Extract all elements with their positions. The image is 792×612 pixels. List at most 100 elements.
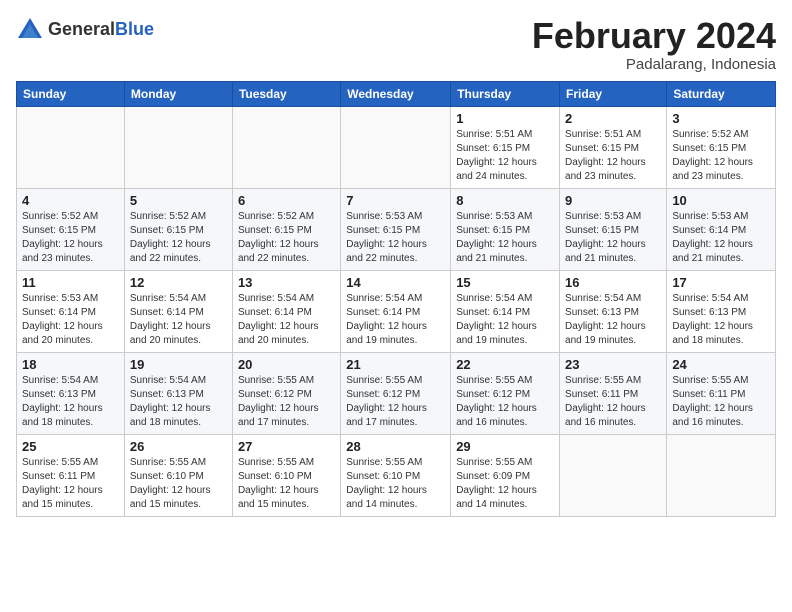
day-info: Sunrise: 5:52 AM Sunset: 6:15 PM Dayligh… [130, 210, 227, 266]
calendar-cell: 3 Sunrise: 5:52 AM Sunset: 6:15 PM Daylig… [667, 106, 776, 188]
day-number: 4 [22, 193, 119, 208]
logo-blue-text: Blue [115, 19, 154, 39]
header-day-tuesday: Tuesday [232, 81, 340, 106]
header-day-thursday: Thursday [451, 81, 560, 106]
day-info: Sunrise: 5:55 AM Sunset: 6:12 PM Dayligh… [456, 374, 554, 430]
location: Padalarang, Indonesia [532, 56, 776, 73]
day-info: Sunrise: 5:54 AM Sunset: 6:13 PM Dayligh… [565, 292, 661, 348]
calendar-cell: 9 Sunrise: 5:53 AM Sunset: 6:15 PM Daylig… [560, 188, 667, 270]
day-number: 8 [456, 193, 554, 208]
day-info: Sunrise: 5:54 AM Sunset: 6:14 PM Dayligh… [238, 292, 335, 348]
day-info: Sunrise: 5:52 AM Sunset: 6:15 PM Dayligh… [672, 128, 770, 184]
logo-general-text: General [48, 19, 115, 39]
day-number: 15 [456, 275, 554, 290]
month-title: February 2024 [532, 16, 776, 56]
calendar-cell: 26 Sunrise: 5:55 AM Sunset: 6:10 PM Dayli… [124, 434, 232, 516]
calendar-cell: 13 Sunrise: 5:54 AM Sunset: 6:14 PM Dayli… [232, 270, 340, 352]
day-number: 11 [22, 275, 119, 290]
day-info: Sunrise: 5:53 AM Sunset: 6:15 PM Dayligh… [346, 210, 445, 266]
day-number: 24 [672, 357, 770, 372]
logo: GeneralBlue [16, 16, 154, 44]
header-day-sunday: Sunday [17, 81, 125, 106]
calendar-cell: 28 Sunrise: 5:55 AM Sunset: 6:10 PM Dayli… [341, 434, 451, 516]
header-day-monday: Monday [124, 81, 232, 106]
day-info: Sunrise: 5:54 AM Sunset: 6:14 PM Dayligh… [456, 292, 554, 348]
week-row-3: 18 Sunrise: 5:54 AM Sunset: 6:13 PM Dayli… [17, 352, 776, 434]
calendar-body: 1 Sunrise: 5:51 AM Sunset: 6:15 PM Daylig… [17, 106, 776, 516]
day-info: Sunrise: 5:51 AM Sunset: 6:15 PM Dayligh… [456, 128, 554, 184]
day-info: Sunrise: 5:54 AM Sunset: 6:13 PM Dayligh… [22, 374, 119, 430]
week-row-2: 11 Sunrise: 5:53 AM Sunset: 6:14 PM Dayli… [17, 270, 776, 352]
day-number: 16 [565, 275, 661, 290]
day-info: Sunrise: 5:55 AM Sunset: 6:10 PM Dayligh… [130, 456, 227, 512]
day-number: 6 [238, 193, 335, 208]
calendar-cell: 23Sunrise: 5:55 AM Sunset: 6:11 PM Dayli… [560, 352, 667, 434]
day-number: 27 [238, 439, 335, 454]
calendar-cell: 10 Sunrise: 5:53 AM Sunset: 6:14 PM Dayli… [667, 188, 776, 270]
day-number: 10 [672, 193, 770, 208]
calendar-cell: 20 Sunrise: 5:55 AM Sunset: 6:12 PM Dayli… [232, 352, 340, 434]
day-info: Sunrise: 5:55 AM Sunset: 6:10 PM Dayligh… [346, 456, 445, 512]
calendar-cell: 8 Sunrise: 5:53 AM Sunset: 6:15 PM Daylig… [451, 188, 560, 270]
header-day-wednesday: Wednesday [341, 81, 451, 106]
day-number: 13 [238, 275, 335, 290]
day-info: Sunrise: 5:54 AM Sunset: 6:14 PM Dayligh… [130, 292, 227, 348]
day-number: 1 [456, 111, 554, 126]
day-info: Sunrise: 5:55 AM Sunset: 6:12 PM Dayligh… [238, 374, 335, 430]
calendar-cell: 18 Sunrise: 5:54 AM Sunset: 6:13 PM Dayli… [17, 352, 125, 434]
day-number: 17 [672, 275, 770, 290]
header-day-friday: Friday [560, 81, 667, 106]
day-number: 22 [456, 357, 554, 372]
day-info: Sunrise: 5:54 AM Sunset: 6:13 PM Dayligh… [130, 374, 227, 430]
day-number: 28 [346, 439, 445, 454]
day-info: Sunrise: 5:52 AM Sunset: 6:15 PM Dayligh… [22, 210, 119, 266]
day-number: 19 [130, 357, 227, 372]
page-header: GeneralBlue February 2024 Padalarang, In… [16, 16, 776, 73]
day-info: Sunrise: 5:53 AM Sunset: 6:14 PM Dayligh… [672, 210, 770, 266]
calendar-cell: 25 Sunrise: 5:55 AM Sunset: 6:11 PM Dayli… [17, 434, 125, 516]
calendar-cell: 1 Sunrise: 5:51 AM Sunset: 6:15 PM Daylig… [451, 106, 560, 188]
day-number: 18 [22, 357, 119, 372]
day-number: 9 [565, 193, 661, 208]
calendar-cell: 16 Sunrise: 5:54 AM Sunset: 6:13 PM Dayli… [560, 270, 667, 352]
day-number: 12 [130, 275, 227, 290]
calendar-cell: 19 Sunrise: 5:54 AM Sunset: 6:13 PM Dayli… [124, 352, 232, 434]
calendar-cell: 29 Sunrise: 5:55 AM Sunset: 6:09 PM Dayli… [451, 434, 560, 516]
day-info: Sunrise: 5:55 AM Sunset: 6:10 PM Dayligh… [238, 456, 335, 512]
calendar-cell: 4 Sunrise: 5:52 AM Sunset: 6:15 PM Daylig… [17, 188, 125, 270]
calendar-cell: 22 Sunrise: 5:55 AM Sunset: 6:12 PM Dayli… [451, 352, 560, 434]
day-info: Sunrise: 5:53 AM Sunset: 6:15 PM Dayligh… [456, 210, 554, 266]
calendar-cell [667, 434, 776, 516]
week-row-0: 1 Sunrise: 5:51 AM Sunset: 6:15 PM Daylig… [17, 106, 776, 188]
calendar-cell: 15 Sunrise: 5:54 AM Sunset: 6:14 PM Dayli… [451, 270, 560, 352]
day-number: 20 [238, 357, 335, 372]
header-row: SundayMondayTuesdayWednesdayThursdayFrid… [17, 81, 776, 106]
calendar-cell: 24 Sunrise: 5:55 AM Sunset: 6:11 PM Dayli… [667, 352, 776, 434]
title-block: February 2024 Padalarang, Indonesia [532, 16, 776, 73]
day-info: Sunrise: 5:55 AM Sunset: 6:11 PM Dayligh… [565, 374, 661, 430]
day-number: 29 [456, 439, 554, 454]
calendar-cell: 5Sunrise: 5:52 AM Sunset: 6:15 PM Daylig… [124, 188, 232, 270]
calendar-cell: 2Sunrise: 5:51 AM Sunset: 6:15 PM Daylig… [560, 106, 667, 188]
week-row-4: 25 Sunrise: 5:55 AM Sunset: 6:11 PM Dayli… [17, 434, 776, 516]
calendar-cell: 7 Sunrise: 5:53 AM Sunset: 6:15 PM Daylig… [341, 188, 451, 270]
calendar-cell: 27 Sunrise: 5:55 AM Sunset: 6:10 PM Dayli… [232, 434, 340, 516]
day-number: 2 [565, 111, 661, 126]
calendar-cell [124, 106, 232, 188]
calendar-cell: 12 Sunrise: 5:54 AM Sunset: 6:14 PM Dayli… [124, 270, 232, 352]
day-info: Sunrise: 5:55 AM Sunset: 6:09 PM Dayligh… [456, 456, 554, 512]
calendar-cell: 17Sunrise: 5:54 AM Sunset: 6:13 PM Dayli… [667, 270, 776, 352]
day-info: Sunrise: 5:53 AM Sunset: 6:14 PM Dayligh… [22, 292, 119, 348]
calendar-cell [560, 434, 667, 516]
day-number: 26 [130, 439, 227, 454]
day-number: 7 [346, 193, 445, 208]
day-info: Sunrise: 5:55 AM Sunset: 6:11 PM Dayligh… [22, 456, 119, 512]
day-info: Sunrise: 5:53 AM Sunset: 6:15 PM Dayligh… [565, 210, 661, 266]
calendar-cell [17, 106, 125, 188]
calendar-cell [232, 106, 340, 188]
day-info: Sunrise: 5:55 AM Sunset: 6:11 PM Dayligh… [672, 374, 770, 430]
week-row-1: 4 Sunrise: 5:52 AM Sunset: 6:15 PM Daylig… [17, 188, 776, 270]
day-number: 3 [672, 111, 770, 126]
calendar-cell [341, 106, 451, 188]
day-number: 25 [22, 439, 119, 454]
